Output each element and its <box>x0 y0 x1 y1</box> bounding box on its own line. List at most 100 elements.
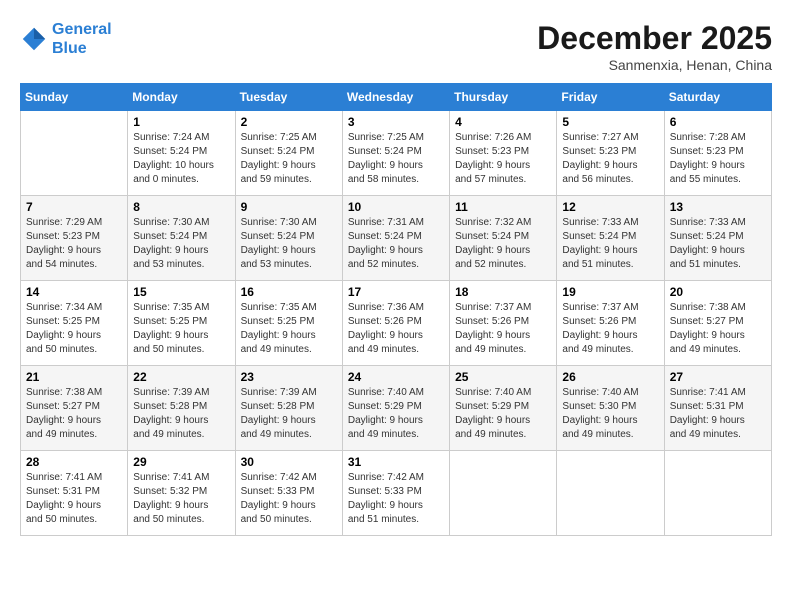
week-row-3: 14Sunrise: 7:34 AMSunset: 5:25 PMDayligh… <box>21 281 772 366</box>
calendar-cell: 4 Sunrise: 7:26 AMSunset: 5:23 PMDaylight… <box>450 111 557 196</box>
calendar-cell: 19 Sunrise: 7:37 AMSunset: 5:26 PMDayligh… <box>557 281 664 366</box>
calendar-cell: 27 Sunrise: 7:41 AMSunset: 5:31 PMDayligh… <box>664 366 771 451</box>
day-number: 10 <box>348 200 444 214</box>
month-title: December 2025 <box>537 20 772 57</box>
calendar-cell <box>450 451 557 536</box>
day-info: Sunrise: 7:31 AMSunset: 5:24 PMDaylight:… <box>348 216 444 272</box>
calendar-cell: 8Sunrise: 7:30 AMSunset: 5:24 PMDaylight… <box>128 196 235 281</box>
day-info: Sunrise: 7:38 AMSunset: 5:27 PMDaylight:… <box>670 301 766 357</box>
calendar-cell: 30 Sunrise: 7:42 AMSunset: 5:33 PMDayligh… <box>235 451 342 536</box>
day-number: 13 <box>670 200 766 214</box>
day-number: 17 <box>348 285 444 299</box>
day-number: 12 <box>562 200 658 214</box>
day-info: Sunrise: 7:41 AMSunset: 5:31 PMDaylight:… <box>26 471 122 527</box>
header-saturday: Saturday <box>664 84 771 111</box>
day-info: Sunrise: 7:33 AMSunset: 5:24 PMDaylight:… <box>670 216 766 272</box>
calendar-cell <box>557 451 664 536</box>
week-row-2: 7Sunrise: 7:29 AMSunset: 5:23 PMDaylight… <box>21 196 772 281</box>
day-number: 28 <box>26 455 122 469</box>
day-number: 24 <box>348 370 444 384</box>
day-number: 8 <box>133 200 229 214</box>
calendar-cell: 7Sunrise: 7:29 AMSunset: 5:23 PMDaylight… <box>21 196 128 281</box>
day-number: 30 <box>241 455 337 469</box>
day-info: Sunrise: 7:42 AMSunset: 5:33 PMDaylight:… <box>241 471 337 527</box>
day-info: Sunrise: 7:35 AMSunset: 5:25 PMDaylight:… <box>133 301 229 357</box>
calendar-cell: 21Sunrise: 7:38 AMSunset: 5:27 PMDayligh… <box>21 366 128 451</box>
day-info: Sunrise: 7:33 AMSunset: 5:24 PMDaylight:… <box>562 216 658 272</box>
day-info: Sunrise: 7:29 AMSunset: 5:23 PMDaylight:… <box>26 216 122 272</box>
calendar-table: SundayMondayTuesdayWednesdayThursdayFrid… <box>20 83 772 536</box>
day-number: 9 <box>241 200 337 214</box>
calendar-cell: 28 Sunrise: 7:41 AMSunset: 5:31 PMDayligh… <box>21 451 128 536</box>
day-info: Sunrise: 7:32 AMSunset: 5:24 PMDaylight:… <box>455 216 551 272</box>
calendar-cell: 15 Sunrise: 7:35 AMSunset: 5:25 PMDayligh… <box>128 281 235 366</box>
calendar-cell: 16 Sunrise: 7:35 AMSunset: 5:25 PMDayligh… <box>235 281 342 366</box>
calendar-cell: 6 Sunrise: 7:28 AMSunset: 5:23 PMDaylight… <box>664 111 771 196</box>
header-thursday: Thursday <box>450 84 557 111</box>
logo: General Blue <box>20 20 112 58</box>
calendar-cell: 1Sunrise: 7:24 AMSunset: 5:24 PMDaylight… <box>128 111 235 196</box>
calendar-cell: 24 Sunrise: 7:40 AMSunset: 5:29 PMDayligh… <box>342 366 449 451</box>
day-number: 29 <box>133 455 229 469</box>
day-number: 27 <box>670 370 766 384</box>
day-info: Sunrise: 7:25 AMSunset: 5:24 PMDaylight:… <box>348 131 444 187</box>
header-tuesday: Tuesday <box>235 84 342 111</box>
day-info: Sunrise: 7:40 AMSunset: 5:29 PMDaylight:… <box>348 386 444 442</box>
day-number: 3 <box>348 115 444 129</box>
calendar-cell: 2 Sunrise: 7:25 AMSunset: 5:24 PMDaylight… <box>235 111 342 196</box>
week-row-4: 21Sunrise: 7:38 AMSunset: 5:27 PMDayligh… <box>21 366 772 451</box>
day-info: Sunrise: 7:27 AMSunset: 5:23 PMDaylight:… <box>562 131 658 187</box>
calendar-cell: 29 Sunrise: 7:41 AMSunset: 5:32 PMDayligh… <box>128 451 235 536</box>
calendar-cell: 26 Sunrise: 7:40 AMSunset: 5:30 PMDayligh… <box>557 366 664 451</box>
header-friday: Friday <box>557 84 664 111</box>
day-number: 25 <box>455 370 551 384</box>
day-info: Sunrise: 7:35 AMSunset: 5:25 PMDaylight:… <box>241 301 337 357</box>
day-number: 18 <box>455 285 551 299</box>
day-number: 15 <box>133 285 229 299</box>
calendar-cell: 23 Sunrise: 7:39 AMSunset: 5:28 PMDayligh… <box>235 366 342 451</box>
calendar-cell: 10 Sunrise: 7:31 AMSunset: 5:24 PMDayligh… <box>342 196 449 281</box>
calendar-cell: 20Sunrise: 7:38 AMSunset: 5:27 PMDayligh… <box>664 281 771 366</box>
day-info: Sunrise: 7:40 AMSunset: 5:30 PMDaylight:… <box>562 386 658 442</box>
header-monday: Monday <box>128 84 235 111</box>
calendar-cell: 5 Sunrise: 7:27 AMSunset: 5:23 PMDaylight… <box>557 111 664 196</box>
day-info: Sunrise: 7:42 AMSunset: 5:33 PMDaylight:… <box>348 471 444 527</box>
calendar-cell: 25 Sunrise: 7:40 AMSunset: 5:29 PMDayligh… <box>450 366 557 451</box>
calendar-cell: 17Sunrise: 7:36 AMSunset: 5:26 PMDayligh… <box>342 281 449 366</box>
day-info: Sunrise: 7:25 AMSunset: 5:24 PMDaylight:… <box>241 131 337 187</box>
calendar-cell: 18Sunrise: 7:37 AMSunset: 5:26 PMDayligh… <box>450 281 557 366</box>
day-number: 1 <box>133 115 229 129</box>
day-info: Sunrise: 7:41 AMSunset: 5:32 PMDaylight:… <box>133 471 229 527</box>
day-info: Sunrise: 7:28 AMSunset: 5:23 PMDaylight:… <box>670 131 766 187</box>
day-info: Sunrise: 7:39 AMSunset: 5:28 PMDaylight:… <box>241 386 337 442</box>
day-number: 5 <box>562 115 658 129</box>
page-header: General Blue December 2025 Sanmenxia, He… <box>20 20 772 73</box>
logo-text: General Blue <box>52 20 112 58</box>
day-number: 26 <box>562 370 658 384</box>
calendar-cell <box>664 451 771 536</box>
header-wednesday: Wednesday <box>342 84 449 111</box>
header-sunday: Sunday <box>21 84 128 111</box>
calendar-cell: 3 Sunrise: 7:25 AMSunset: 5:24 PMDaylight… <box>342 111 449 196</box>
calendar-cell: 9Sunrise: 7:30 AMSunset: 5:24 PMDaylight… <box>235 196 342 281</box>
day-number: 2 <box>241 115 337 129</box>
logo-icon <box>20 25 48 53</box>
calendar-cell: 13 Sunrise: 7:33 AMSunset: 5:24 PMDayligh… <box>664 196 771 281</box>
day-number: 14 <box>26 285 122 299</box>
day-number: 19 <box>562 285 658 299</box>
day-info: Sunrise: 7:37 AMSunset: 5:26 PMDaylight:… <box>562 301 658 357</box>
day-info: Sunrise: 7:40 AMSunset: 5:29 PMDaylight:… <box>455 386 551 442</box>
day-number: 6 <box>670 115 766 129</box>
day-number: 23 <box>241 370 337 384</box>
day-number: 16 <box>241 285 337 299</box>
day-number: 31 <box>348 455 444 469</box>
calendar-cell: 12 Sunrise: 7:33 AMSunset: 5:24 PMDayligh… <box>557 196 664 281</box>
day-number: 21 <box>26 370 122 384</box>
calendar-cell: 31 Sunrise: 7:42 AMSunset: 5:33 PMDayligh… <box>342 451 449 536</box>
title-area: December 2025 Sanmenxia, Henan, China <box>537 20 772 73</box>
day-info: Sunrise: 7:39 AMSunset: 5:28 PMDaylight:… <box>133 386 229 442</box>
day-number: 4 <box>455 115 551 129</box>
day-number: 11 <box>455 200 551 214</box>
day-info: Sunrise: 7:26 AMSunset: 5:23 PMDaylight:… <box>455 131 551 187</box>
day-info: Sunrise: 7:41 AMSunset: 5:31 PMDaylight:… <box>670 386 766 442</box>
